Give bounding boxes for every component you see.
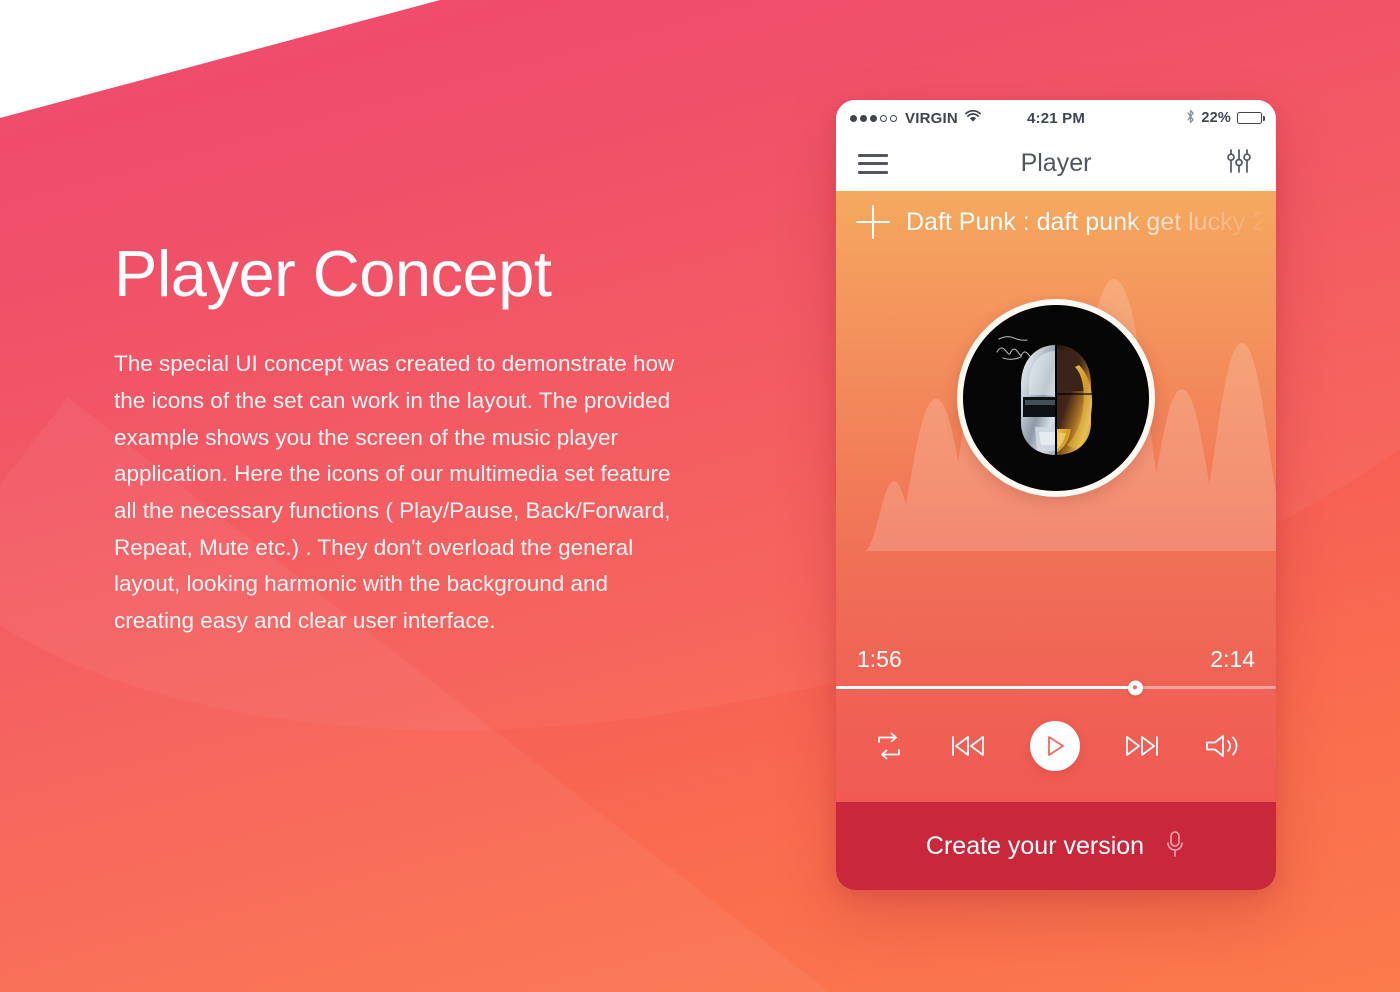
previous-button[interactable] xyxy=(950,733,986,759)
status-bar: VIRGIN 4:21 PM 22% xyxy=(836,100,1276,136)
carrier-label: VIRGIN xyxy=(905,109,958,127)
battery-percent-label: 22% xyxy=(1201,110,1231,126)
progress-slider[interactable] xyxy=(836,680,1276,696)
intro-copy-block: Player Concept The special UI concept wa… xyxy=(114,237,714,640)
wifi-icon xyxy=(964,109,981,127)
next-button[interactable] xyxy=(1124,733,1160,759)
signal-strength-icon xyxy=(850,114,897,122)
elapsed-time: 1:56 xyxy=(857,646,902,672)
track-title-row: Daft Punk : daft punk get lucky 2 xyxy=(836,191,1276,253)
progress-fill xyxy=(836,686,1136,690)
page-title: Player Concept xyxy=(114,237,552,310)
microphone-icon xyxy=(1164,829,1186,864)
album-art-wrapper xyxy=(836,299,1276,497)
progress-area: 1:56 2:14 xyxy=(836,646,1276,696)
nav-bar: Player xyxy=(836,136,1276,191)
repeat-button[interactable] xyxy=(872,729,906,763)
remaining-time: 2:14 xyxy=(1210,646,1255,672)
cta-label: Create your version xyxy=(925,831,1145,860)
status-bar-left: VIRGIN xyxy=(850,109,1027,127)
equalizer-sliders-icon[interactable] xyxy=(1224,146,1254,181)
nav-bar-right xyxy=(1214,146,1254,181)
status-bar-right: 22% xyxy=(1085,109,1265,128)
player-body: Daft Punk : daft punk get lucky 2 1:56 2… xyxy=(836,191,1276,802)
nav-bar-left xyxy=(858,153,898,174)
play-button[interactable] xyxy=(1030,721,1080,771)
bluetooth-icon xyxy=(1186,109,1195,128)
phone-mockup: VIRGIN 4:21 PM 22% Player Daft Punk: da… xyxy=(836,100,1276,890)
status-bar-time: 4:21 PM xyxy=(1026,109,1086,127)
volume-button[interactable] xyxy=(1204,732,1240,760)
track-title: Daft Punk : daft punk get lucky 2 xyxy=(906,207,1262,236)
time-row: 1:56 2:14 xyxy=(856,646,1256,686)
nav-title: Player xyxy=(1020,149,1092,177)
battery-icon xyxy=(1237,112,1265,124)
plus-icon[interactable] xyxy=(856,205,890,239)
progress-handle[interactable] xyxy=(1127,680,1143,696)
album-art[interactable] xyxy=(957,299,1155,497)
hamburger-menu-icon[interactable] xyxy=(858,153,888,174)
create-your-version-button[interactable]: Create your version xyxy=(836,802,1276,890)
transport-controls xyxy=(836,721,1276,771)
page-description: The special UI concept was created to de… xyxy=(114,351,675,633)
